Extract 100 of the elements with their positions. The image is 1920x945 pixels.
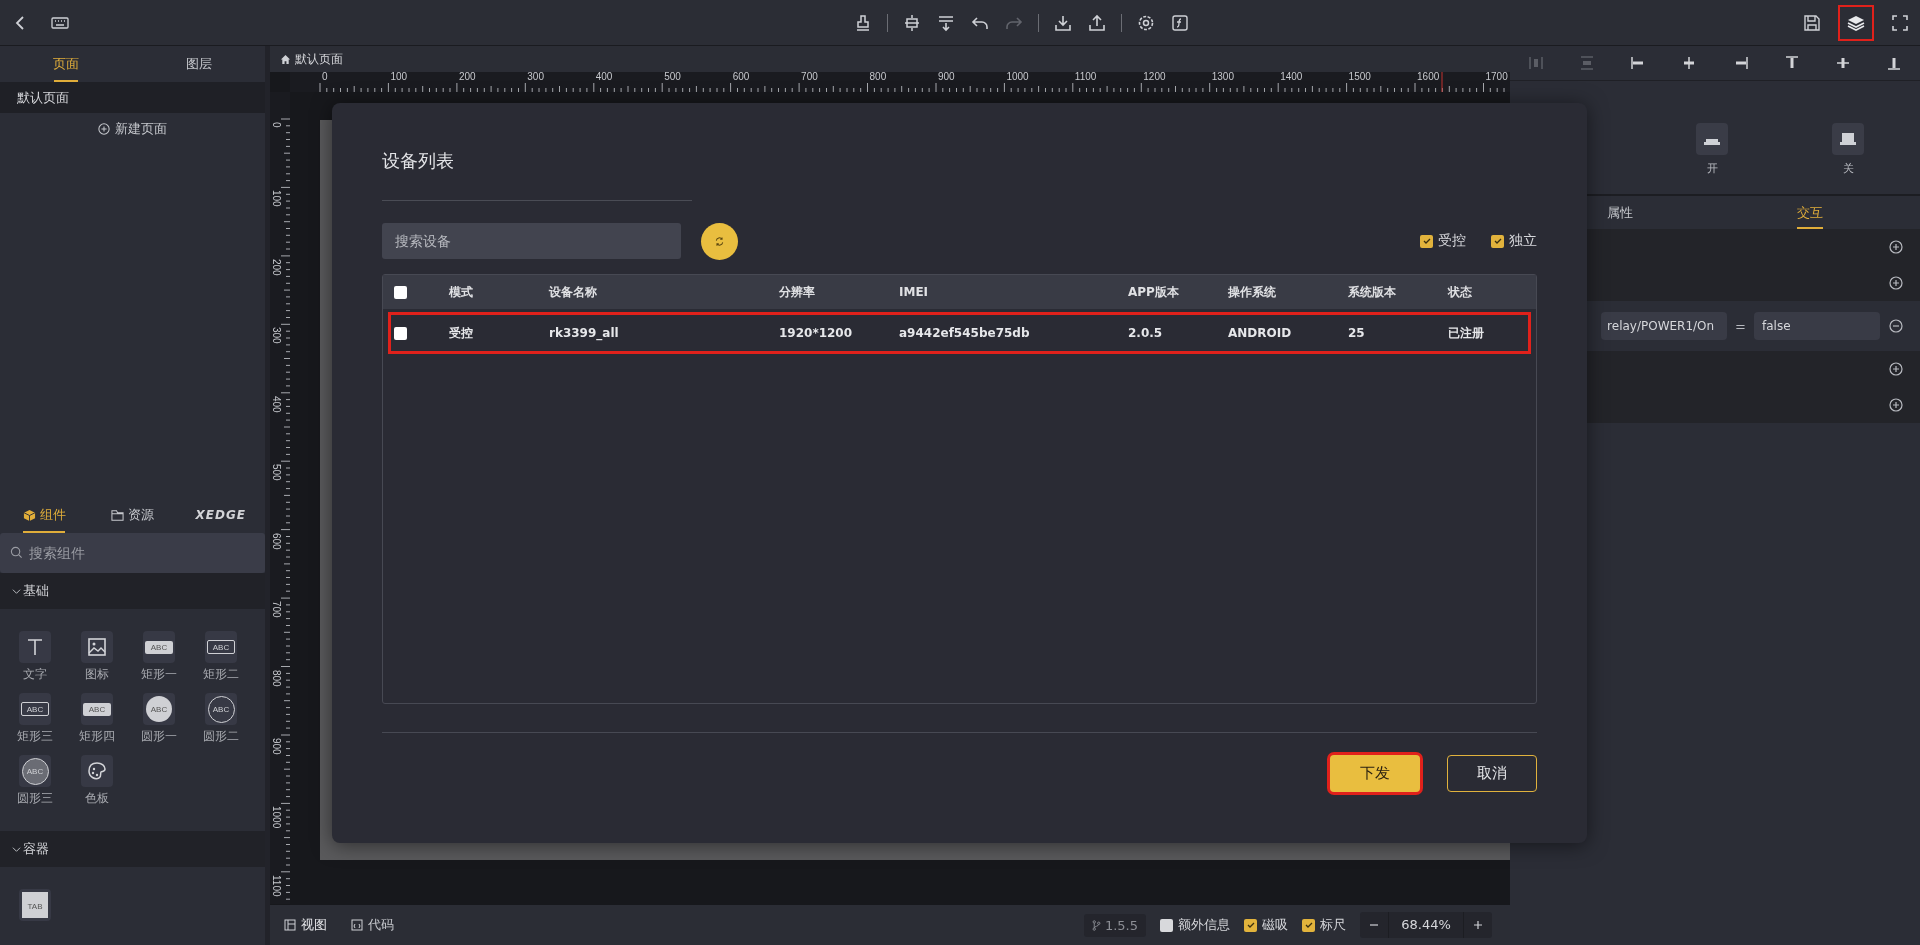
plus-circle-icon — [1889, 276, 1903, 290]
ruler-label: 1300 — [1211, 72, 1234, 82]
function-icon[interactable] — [1169, 12, 1190, 33]
image-component-icon — [81, 631, 113, 663]
column-header: 分辨率 — [779, 283, 816, 301]
table-cell-text: 受控 — [449, 324, 474, 342]
add-button[interactable] — [1888, 275, 1904, 291]
layers-button[interactable] — [1838, 4, 1874, 41]
cancel-button[interactable]: 取消 — [1447, 755, 1537, 792]
ruler-label: 800 — [869, 72, 887, 82]
component-item[interactable]: TAB — [4, 889, 66, 921]
remove-button[interactable] — [1888, 318, 1904, 334]
component-item[interactable]: ABC 矩形二 — [190, 631, 252, 683]
library-tab[interactable]: XEDGE — [176, 497, 265, 533]
condition-key-field[interactable]: relay/POWER1/On — [1601, 312, 1728, 340]
ruler-label: 800 — [271, 669, 282, 687]
column-header: APP版本 — [1128, 283, 1180, 301]
select-all-checkbox[interactable] — [394, 285, 407, 299]
library-tab[interactable]: 资源 — [88, 497, 177, 533]
view-tab[interactable]: 代码 — [347, 912, 398, 938]
upload-icon[interactable] — [1086, 12, 1107, 33]
checkbox[interactable] — [1244, 918, 1257, 932]
align-bottom-icon[interactable] — [1886, 55, 1903, 71]
panel-tab[interactable]: 页面 — [0, 46, 133, 82]
component-item[interactable]: 色板 — [66, 755, 128, 807]
panel-tab[interactable]: 图层 — [132, 46, 265, 82]
device-search-field[interactable]: 搜索设备 — [382, 223, 681, 259]
rect-filled-component-icon: ABC — [143, 631, 175, 663]
device-row[interactable]: 受控 rk3399_all 1920*1200 a9442ef545be75db 2.0.5 ANDROID 25 已注册 — [388, 312, 1531, 354]
component-item[interactable]: ABC 矩形一 — [128, 631, 190, 683]
send-button[interactable]: 下发 — [1330, 755, 1420, 792]
save-icon[interactable] — [1802, 12, 1822, 33]
component-item[interactable]: ABC 矩形三 — [4, 693, 66, 745]
align-vertical-center-icon[interactable] — [1835, 55, 1852, 71]
circle-outline-component-icon: ABC — [205, 693, 237, 725]
plus-circle-icon — [1889, 362, 1903, 376]
table-cell-text: 25 — [1348, 326, 1366, 340]
page-item[interactable]: 默认页面 — [0, 82, 265, 113]
ruler-label: 600 — [732, 72, 750, 82]
component-search-field[interactable]: 搜索组件 — [0, 533, 265, 573]
table-cell-text: 1920*1200 — [779, 326, 854, 340]
ruler-label: 500 — [271, 464, 282, 481]
ruler-label: 900 — [271, 737, 282, 755]
component-item[interactable]: 文字 — [4, 631, 66, 683]
refresh-icon — [714, 235, 725, 247]
breadcrumb[interactable]: 默认页面 — [295, 50, 343, 68]
zoom-level: 68.44% — [1388, 912, 1464, 938]
check-icon — [1421, 236, 1432, 246]
table-cell-text: 2.0.5 — [1128, 326, 1164, 340]
circle-filled-component-icon: ABC — [143, 693, 175, 725]
checkbox[interactable] — [1160, 918, 1173, 932]
component-item[interactable]: 图标 — [66, 631, 128, 683]
ruler-label: 300 — [527, 72, 544, 82]
property-tab[interactable]: 交互 — [1790, 196, 1830, 229]
ruler-label: 700 — [801, 72, 818, 82]
add-button[interactable] — [1888, 361, 1904, 377]
component-item[interactable]: ABC 圆形一 — [128, 693, 190, 745]
add-button[interactable] — [1888, 397, 1904, 413]
ruler-label: 400 — [595, 72, 613, 82]
property-tab[interactable]: 属性 — [1600, 196, 1640, 229]
condition-value-field[interactable]: false — [1754, 312, 1880, 340]
column-header: 模式 — [449, 283, 474, 301]
rect-outline-component-icon: ABC — [205, 631, 237, 663]
ruler-label: 0 — [322, 72, 328, 82]
ruler-label: 1100 — [1074, 72, 1097, 82]
filter-checkbox[interactable] — [1420, 234, 1433, 248]
column-header: 设备名称 — [549, 283, 598, 301]
section-header[interactable]: 容器 — [0, 831, 265, 867]
table-cell-text: rk3399_all — [549, 326, 620, 340]
checkbox-label: 额外信息 — [1178, 916, 1230, 934]
palette-component-icon — [81, 755, 113, 787]
checkbox-label: 磁吸 — [1262, 916, 1288, 934]
code-icon — [351, 919, 363, 931]
filter-checkbox[interactable] — [1491, 234, 1504, 248]
fullscreen-icon[interactable] — [1890, 12, 1910, 33]
table-cell-text: a9442ef545be75db — [899, 326, 1031, 340]
add-button[interactable] — [1888, 239, 1904, 255]
new-page-button[interactable]: 新建页面 — [92, 113, 173, 145]
plus-circle-icon — [1889, 240, 1903, 254]
plus-circle-icon — [98, 123, 110, 135]
switch-on-icon — [1696, 123, 1728, 155]
state-item[interactable]: 开 — [1696, 123, 1728, 194]
section-header[interactable]: 基础 — [0, 573, 265, 609]
ruler-label: 200 — [458, 72, 476, 82]
dialog-title: 设备列表 — [382, 113, 692, 201]
view-tab[interactable]: 视图 — [280, 912, 331, 938]
component-item[interactable]: ABC 矩形四 — [66, 693, 128, 745]
branch-icon — [1091, 919, 1101, 931]
row-checkbox[interactable] — [394, 326, 407, 340]
column-header: 操作系统 — [1228, 283, 1277, 301]
tab-component-icon: TAB — [19, 889, 51, 921]
component-item[interactable]: ABC 圆形三 — [4, 755, 66, 807]
checkbox[interactable] — [1302, 918, 1315, 932]
table-cell-text: 已注册 — [1448, 324, 1485, 342]
state-item[interactable]: 关 — [1832, 123, 1864, 194]
checkbox-label: 独立 — [1509, 232, 1537, 250]
component-item[interactable]: ABC 圆形二 — [190, 693, 252, 745]
library-tab[interactable]: 组件 — [0, 497, 89, 533]
align-top-icon[interactable] — [1783, 55, 1800, 71]
refresh-button[interactable] — [701, 222, 738, 260]
